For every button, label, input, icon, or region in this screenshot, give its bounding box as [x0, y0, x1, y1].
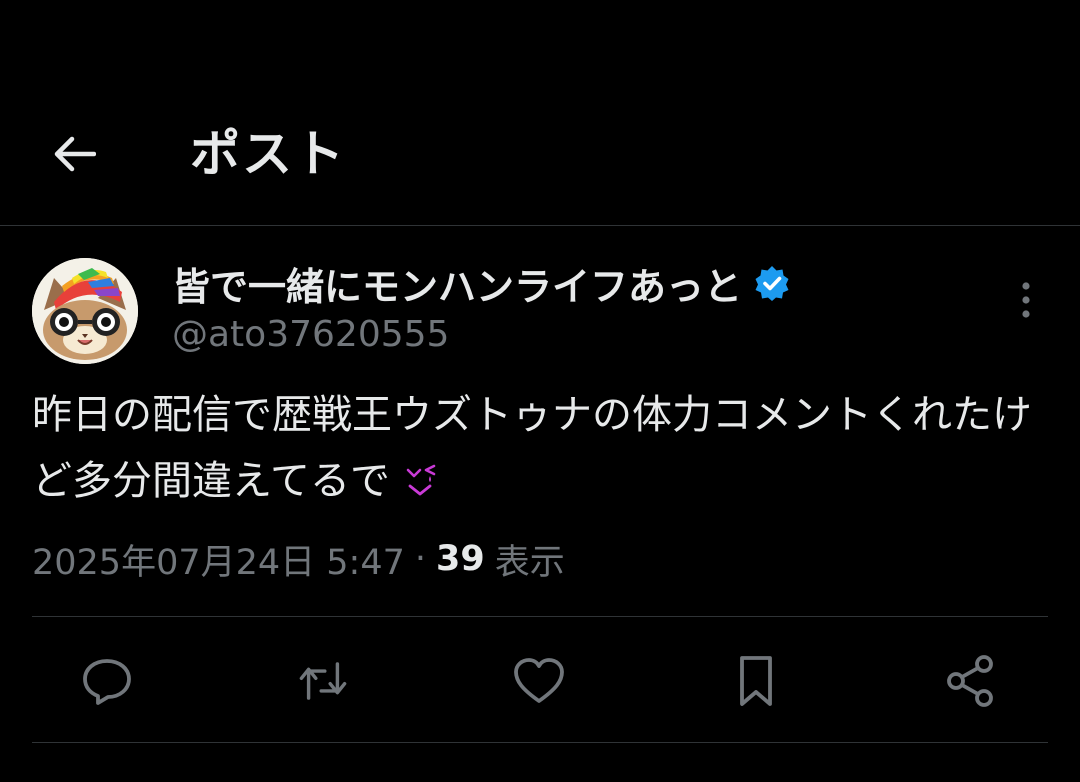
- view-count: 39: [436, 539, 485, 579]
- more-options-button[interactable]: [1004, 276, 1048, 324]
- repost-button[interactable]: [296, 654, 350, 708]
- display-name: 皆で一緒にモンハンライフあっと: [172, 264, 743, 309]
- author-handle[interactable]: @ato37620555: [172, 312, 449, 358]
- bookmark-button[interactable]: [729, 654, 783, 708]
- share-icon: [947, 655, 993, 707]
- page-title: ポスト: [190, 125, 346, 183]
- tweet-body: 昨日の配信で歴戦王ウズトゥナの体力コメントくれたけど多分間違えてるで: [32, 392, 1032, 504]
- share-button[interactable]: [944, 654, 998, 708]
- bottom-divider: [32, 742, 1048, 743]
- meta-divider: [32, 616, 1048, 617]
- more-vertical-icon: [1022, 282, 1030, 318]
- meta-separator: ·: [414, 539, 427, 579]
- arrow-left-icon: [54, 136, 96, 172]
- repost-icon: [299, 662, 347, 700]
- smiling-face-with-tear-icon: [404, 452, 438, 518]
- reply-button[interactable]: [80, 654, 134, 708]
- heart-icon: [514, 658, 564, 703]
- avatar[interactable]: [32, 258, 138, 364]
- verified-badge-icon: [755, 266, 789, 301]
- like-button[interactable]: [512, 654, 566, 708]
- top-bar: ポスト: [0, 0, 1080, 225]
- bookmark-icon: [740, 656, 772, 706]
- tweet-text: 昨日の配信で歴戦王ウズトゥナの体力コメントくれたけど多分間違えてるで: [32, 382, 1048, 518]
- reply-bubble-icon: [83, 659, 131, 705]
- avatar-image: [32, 258, 138, 364]
- header-divider: [0, 225, 1080, 226]
- tweet-meta: 2025年07月24日 5:47 · 39 表示: [32, 534, 565, 584]
- timestamp[interactable]: 2025年07月24日 5:47: [32, 534, 405, 585]
- view-label: 表示: [494, 542, 565, 583]
- back-button[interactable]: [48, 128, 100, 180]
- author-name[interactable]: 皆で一緒にモンハンライフあっと: [172, 258, 790, 309]
